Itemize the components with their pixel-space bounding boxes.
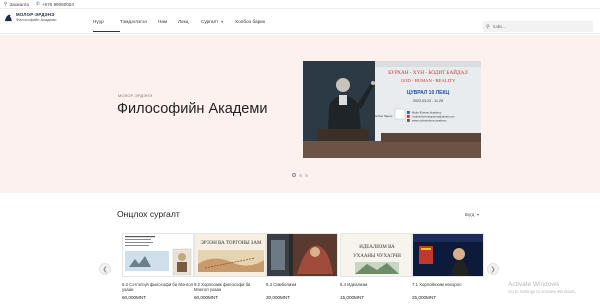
address-item[interactable]: ⚲ Захиалга xyxy=(4,2,29,7)
slide-date: 2023.03.23 - 11.25 xyxy=(413,99,443,103)
phone-item[interactable]: ✆ +976 99080004 xyxy=(36,2,74,7)
course-card[interactable]: 8.3 Симболизм 30,000MNT xyxy=(266,233,338,308)
slide-heading-1: БУРХАН - ХҮН - БОДИТ БАЙДАЛ xyxy=(388,68,468,76)
course-price: 25,000MNT xyxy=(412,295,437,300)
location-pin-icon: ⚲ xyxy=(4,1,8,7)
search-box: ⚲ xyxy=(483,21,593,32)
academy-logo-icon xyxy=(4,13,13,22)
course-name[interactable]: 6.4 Идеализм xyxy=(340,282,412,293)
course-price: 30,000MNT xyxy=(266,295,291,300)
course-thumbnail[interactable]: ЭРЭЭН ВА ТОРГОНЫ ЗАМ xyxy=(194,233,266,277)
watermark-title: Activate Windows xyxy=(508,281,560,288)
nav-item-courses[interactable]: Сургалт ▼ xyxy=(201,9,235,34)
site-logo[interactable]: МОЛОР-ЭРДЭНЭ Философийн Академи xyxy=(4,13,56,22)
slide-tag: ЦУВРАЛ 10 ЛЕКЦ xyxy=(407,90,450,96)
filter-label: Бүгд xyxy=(465,212,475,217)
course-name[interactable]: 7.1 Хорлойнхим нөхорол xyxy=(412,282,484,293)
chevron-down-icon: ▼ xyxy=(220,19,224,24)
course-name[interactable]: 8.3 Симболизм xyxy=(266,282,338,293)
slide-heading-2: GOD - HUMAN - REALITY xyxy=(401,78,456,83)
slide-contact-site: www.molorerdene.academy xyxy=(412,119,447,123)
search-input[interactable] xyxy=(492,24,583,29)
course-card[interactable]: 9.2 Сэтгэлгүй философи ба Монгол ухаан 6… xyxy=(122,233,194,308)
course-thumbnail[interactable] xyxy=(122,233,194,277)
nav-item-home[interactable]: Нүүр xyxy=(93,9,120,34)
thumb-text: ЭРЭЭН ВА ТОРГОНЫ ЗАМ xyxy=(201,241,263,246)
course-card[interactable]: ИДЕАЛИЗМ ВА УХААНЫ ЧУХАЛЧИ 6.4 Идеализм … xyxy=(340,233,412,308)
course-name[interactable]: 9.2 Сэтгэлгүй философи ба Монгол ухаан xyxy=(122,282,194,293)
course-thumbnail[interactable] xyxy=(412,233,484,277)
nav-item-books[interactable]: Нөм xyxy=(158,9,178,34)
carousel-prev-button[interactable]: ❮ xyxy=(99,263,111,275)
hero-title: Философийн Академи xyxy=(117,101,268,117)
watermark-subtitle: Go to Settings to activate Windows. xyxy=(508,289,576,294)
carousel-dot[interactable] xyxy=(305,173,308,177)
course-price: 60,000MNT xyxy=(194,295,219,300)
thumb-text: УХААНЫ ЧУХАЛЧИ xyxy=(353,254,401,259)
chevron-right-icon: ❯ xyxy=(490,266,496,273)
hero-banner xyxy=(0,35,600,193)
main-nav: Нүүр Тэмдэглэгээ Нөм Лекц Сургалт ▼ Холб… xyxy=(93,9,275,34)
phone-text: +976 99080004 xyxy=(41,2,74,7)
logo-line-2: Философийн Академи xyxy=(16,16,57,22)
nav-item-lectures[interactable]: Лекц xyxy=(178,9,201,34)
chevron-left-icon: ❮ xyxy=(102,266,108,273)
site-header: МОЛОР-ЭРДЭНЭ Философийн Академи Нүүр Тэм… xyxy=(0,9,600,34)
hero-eyebrow: МОЛОР-ЭРДЭНЭ xyxy=(118,93,153,98)
course-name[interactable]: 9.2 Хорлоомж философи ба Монгол ухаан xyxy=(194,282,266,293)
nav-item-notes[interactable]: Тэмдэглэгээ xyxy=(120,9,158,34)
address-text: Захиалга xyxy=(9,2,29,7)
thumb-text: ИДЕАЛИЗМ ВА xyxy=(359,245,395,250)
course-price: 15,000MNT xyxy=(340,295,365,300)
carousel-next-button[interactable]: ❯ xyxy=(487,263,499,275)
logo-text: МОЛОР-ЭРДЭНЭ Философийн Академи xyxy=(16,13,56,22)
courses-filter-dropdown[interactable]: Бүгд ▼ xyxy=(465,212,480,217)
windows-activation-watermark: Activate Windows Go to Settings to activ… xyxy=(508,281,576,294)
course-card[interactable]: ЭРЭЭН ВА ТОРГОНЫ ЗАМ 9.2 Хорлоомж филосо… xyxy=(194,233,266,308)
course-thumbnail[interactable] xyxy=(266,233,338,277)
phone-icon: ✆ xyxy=(36,1,40,7)
courses-section-title: Онцлох сургалт xyxy=(117,209,180,219)
chevron-down-icon: ▼ xyxy=(476,212,480,217)
top-info-bar: ⚲ Захиалга ✆ +976 99080004 xyxy=(0,0,600,9)
carousel-dots xyxy=(292,173,308,177)
course-card[interactable]: 7.1 Хорлойнхим нөхорол 25,000MNT xyxy=(412,233,484,308)
course-thumbnail[interactable]: ИДЕАЛИЗМ ВА УХААНЫ ЧУХАЛЧИ xyxy=(340,233,412,277)
slide-contact-label: Холбоо барих: xyxy=(373,114,393,118)
search-icon[interactable]: ⚲ xyxy=(486,24,490,30)
course-price: 60,000MNT xyxy=(122,295,147,300)
carousel-dot[interactable] xyxy=(299,173,302,177)
nav-item-contact[interactable]: Холбоо барих xyxy=(235,9,275,34)
carousel-dot[interactable] xyxy=(292,173,296,177)
hero-slide-image[interactable]: БУРХАН - ХҮН - БОДИТ БАЙДАЛ GOD - HUMAN … xyxy=(303,61,481,158)
